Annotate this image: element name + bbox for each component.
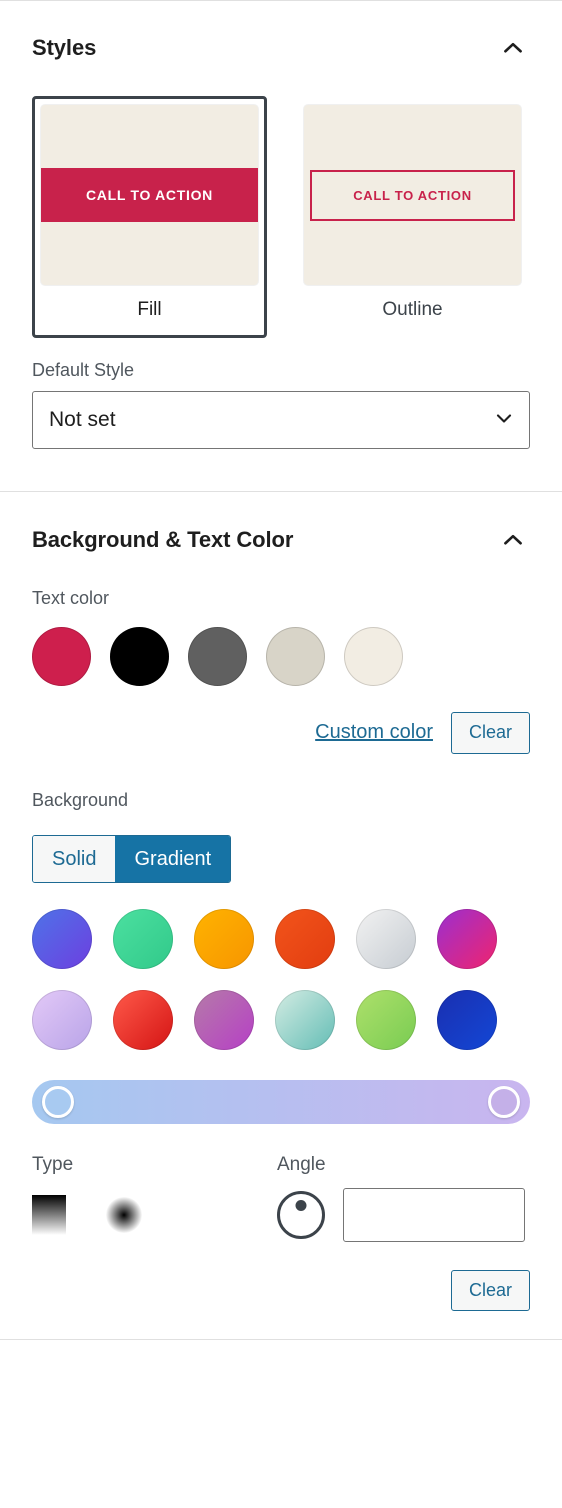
- gradient-stop-handle-start[interactable]: [42, 1085, 74, 1118]
- style-preview-fill: CALL TO ACTION: [41, 105, 258, 285]
- gradient-swatch-lime-green[interactable]: [356, 989, 416, 1050]
- default-style-select[interactable]: Not set: [32, 391, 530, 449]
- chevron-up-icon[interactable]: [496, 523, 530, 557]
- gradient-swatch-mint-teal[interactable]: [275, 989, 335, 1050]
- gradient-swatch-mauve-magenta[interactable]: [194, 989, 254, 1050]
- styles-section-title: Styles: [32, 35, 97, 60]
- default-style-select-wrap: Not set: [32, 391, 530, 449]
- gradient-swatch-blue-purple[interactable]: [32, 908, 92, 969]
- block-settings-panel: Styles CALL TO ACTION Fill CALL TO ACTIO…: [0, 0, 562, 1508]
- angle-dial-indicator: [295, 1199, 307, 1211]
- cta-preview-fill-label: CALL TO ACTION: [41, 168, 258, 222]
- gradient-swatch-red-orange[interactable]: [275, 908, 335, 969]
- text-color-clear-button[interactable]: Clear: [450, 712, 530, 754]
- panel-bottom-divider: [0, 1339, 562, 1341]
- gradient-type-label: Type: [32, 1153, 74, 1175]
- angle-dial-icon[interactable]: [277, 1190, 325, 1239]
- style-card-outline-label: Outline: [382, 299, 443, 320]
- style-card-fill-label: Fill: [137, 299, 162, 320]
- default-style-label: Default Style: [32, 360, 135, 380]
- gradient-angle-label: Angle: [277, 1153, 326, 1175]
- gradient-swatch-purple-pink[interactable]: [437, 908, 497, 969]
- gradient-angle-group: Angle: [277, 1153, 530, 1242]
- cta-preview-outline-label: CALL TO ACTION: [310, 169, 515, 221]
- background-clear-button[interactable]: Clear: [450, 1269, 530, 1312]
- gradient-type-group: Type: [32, 1154, 277, 1240]
- gradient-swatch-lavender[interactable]: [32, 989, 92, 1050]
- chevron-up-icon[interactable]: [496, 31, 530, 65]
- linear-gradient-icon[interactable]: [32, 1194, 66, 1235]
- text-color-swatch-black[interactable]: [110, 627, 169, 686]
- background-text-color-section: Background & Text Color Text color Custo…: [0, 492, 562, 1339]
- background-label: Background: [32, 789, 129, 810]
- bg-text-section-title: Background & Text Color: [32, 527, 294, 552]
- text-color-label: Text color: [32, 588, 110, 608]
- gradient-swatch-deep-blue[interactable]: [437, 989, 497, 1050]
- background-actions: Clear: [32, 1269, 530, 1340]
- gradient-type-angle-row: Type Angle: [32, 1153, 530, 1242]
- text-color-swatch-dark-gray[interactable]: [188, 627, 247, 686]
- radial-gradient-icon[interactable]: [106, 1196, 142, 1233]
- gradient-type-options: [32, 1190, 277, 1240]
- tab-gradient[interactable]: Gradient: [115, 835, 231, 882]
- styles-section: Styles CALL TO ACTION Fill CALL TO ACTIO…: [0, 0, 562, 491]
- tab-solid[interactable]: Solid: [33, 835, 116, 882]
- custom-color-link[interactable]: Custom color: [315, 721, 433, 744]
- gradient-swatch-orange-amber[interactable]: [194, 908, 254, 969]
- gradient-angle-controls: [277, 1187, 530, 1242]
- gradient-swatch-light-gray[interactable]: [356, 908, 416, 969]
- styles-section-header[interactable]: Styles: [32, 0, 530, 96]
- bg-text-section-header[interactable]: Background & Text Color: [32, 492, 530, 588]
- style-card-fill[interactable]: CALL TO ACTION Fill: [32, 96, 267, 338]
- text-color-swatch-crimson[interactable]: [32, 627, 91, 686]
- style-variation-grid: CALL TO ACTION Fill CALL TO ACTION Outli…: [32, 96, 530, 338]
- text-color-swatch-warm-gray[interactable]: [266, 627, 325, 686]
- default-style-value: Not set: [49, 408, 116, 431]
- text-color-swatch-row: [32, 627, 530, 686]
- gradient-swatch-grid: [32, 908, 530, 1050]
- gradient-swatch-green-mint[interactable]: [113, 908, 173, 969]
- style-preview-outline: CALL TO ACTION: [304, 105, 521, 285]
- style-card-outline[interactable]: CALL TO ACTION Outline: [295, 96, 530, 338]
- text-color-actions: Custom color Clear: [32, 712, 530, 754]
- angle-input[interactable]: [343, 1187, 525, 1242]
- gradient-stop-handle-end[interactable]: [488, 1085, 520, 1118]
- gradient-stop-slider[interactable]: [32, 1079, 530, 1124]
- gradient-swatch-red-crimson[interactable]: [113, 989, 173, 1050]
- text-color-swatch-off-white[interactable]: [344, 627, 403, 686]
- background-type-toggle: Solid Gradient: [32, 834, 232, 883]
